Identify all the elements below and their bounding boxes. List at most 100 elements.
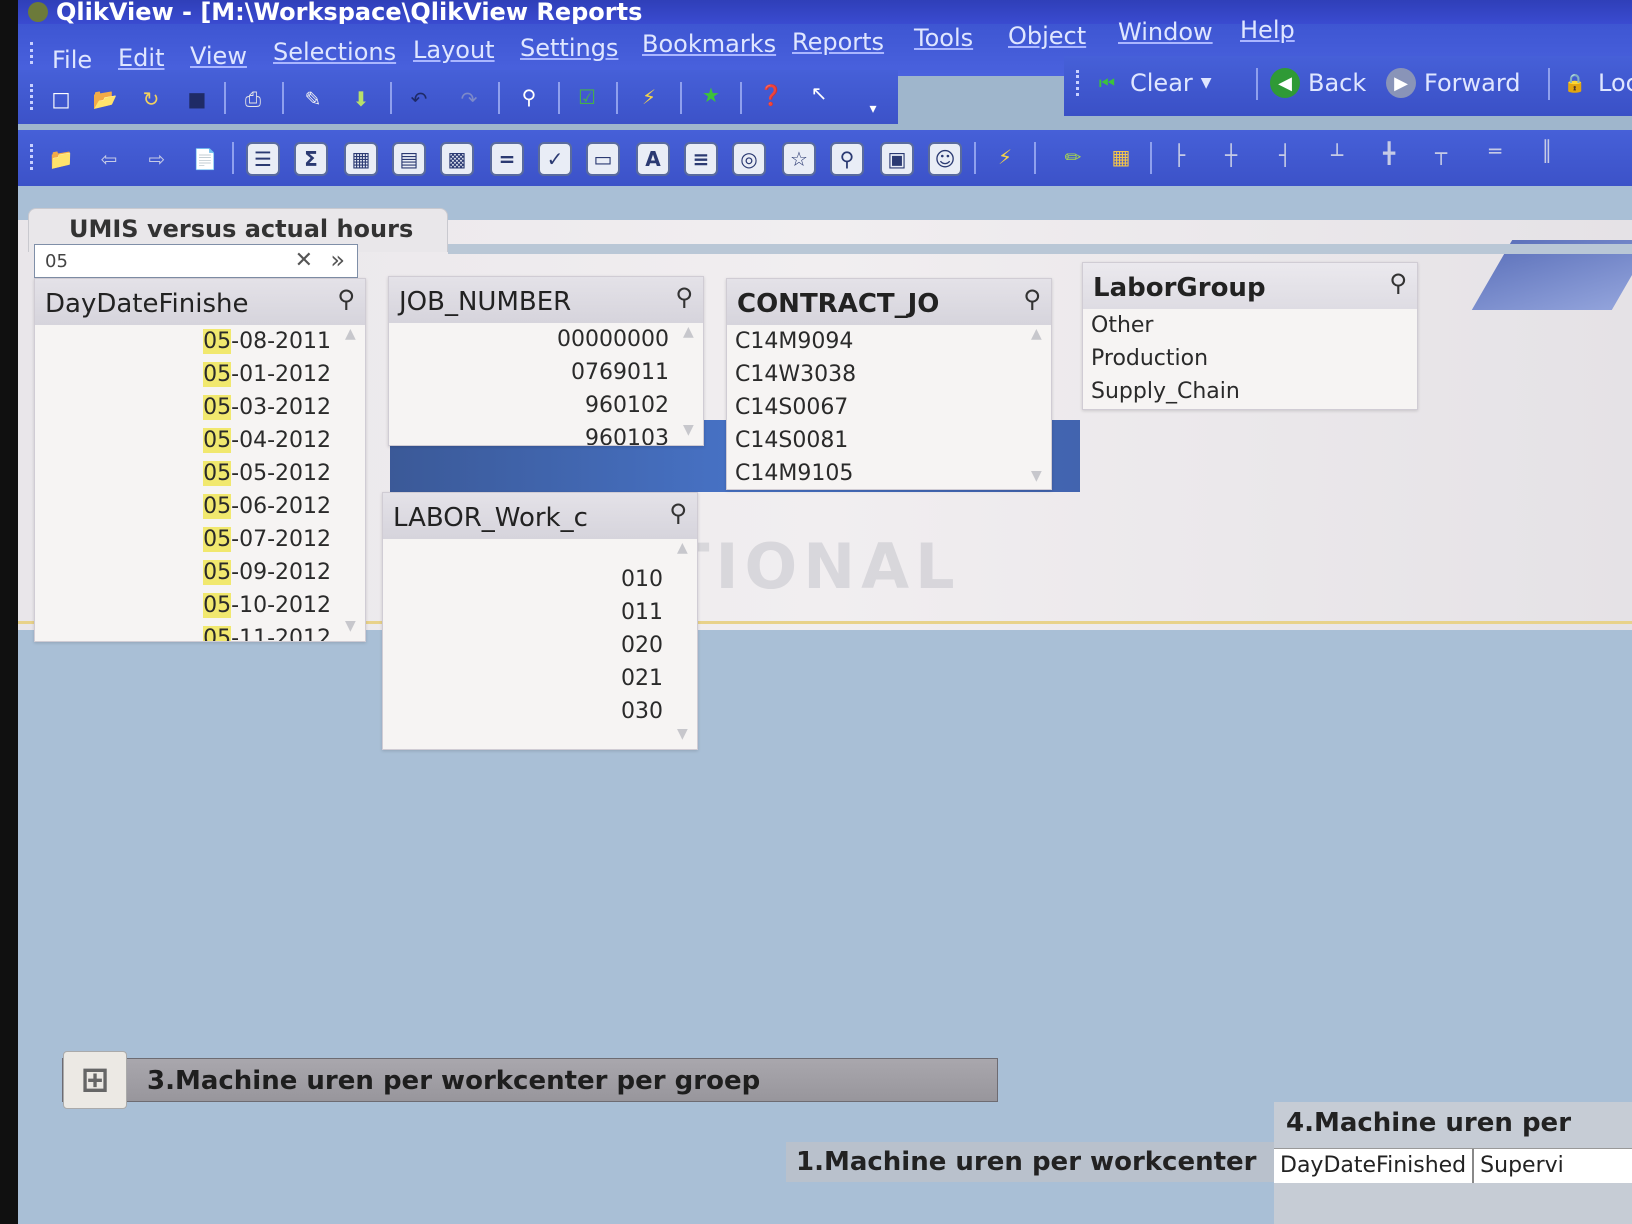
list-item[interactable]: 05-10-2012 [35,589,365,622]
menu-window[interactable]: Window [1118,18,1213,46]
list-item[interactable]: C14M9105 [727,457,1051,489]
help-icon[interactable]: ❓ [754,78,788,112]
menu-edit[interactable]: Edit [118,44,164,72]
input-box-icon[interactable]: = [490,142,524,176]
save-icon[interactable]: ■ [180,82,214,116]
undo-icon[interactable]: ↶ [402,82,436,116]
menu-help[interactable]: Help [1240,16,1295,44]
list-item[interactable]: 030 [383,695,697,728]
menu-view[interactable]: View [190,42,247,70]
clear-button[interactable]: ⏮ Clear ▼ [1092,68,1212,98]
space-vertical-icon[interactable]: ═ [1478,134,1512,168]
menu-object[interactable]: Object [1008,22,1086,50]
menu-reports[interactable]: Reports [792,28,884,56]
column-header-supervisor[interactable]: Supervi [1474,1149,1570,1183]
scroll-up-icon[interactable]: ▲ [1031,327,1045,341]
align-middle-icon[interactable]: ╋ [1372,136,1406,170]
scroll-down-icon[interactable]: ▼ [345,619,359,633]
list-item[interactable]: 05-01-2012 [35,358,365,391]
back-button[interactable]: ◀ Back [1270,68,1366,98]
list-item[interactable]: C14W3038 [727,358,1051,391]
reload-icon[interactable]: ↻ [134,82,168,116]
server-object-icon[interactable]: ☺ [928,142,962,176]
search-icon[interactable]: ⚲ [512,80,546,114]
list-item[interactable]: 020 [383,629,697,662]
menu-layout[interactable]: Layout [413,36,495,64]
sheet-properties-icon[interactable]: 📄 [188,142,222,176]
search-icon[interactable]: ⚲ [669,499,687,527]
list-item[interactable]: 05-08-2011 [35,325,365,358]
list-item[interactable]: 960102 [389,389,703,422]
promote-sheet-icon[interactable]: ⇦ [92,142,126,176]
list-item[interactable]: 05-03-2012 [35,391,365,424]
scroll-down-icon[interactable]: ▼ [677,727,691,741]
toolbar-overflow-icon[interactable]: ▾ [856,92,890,126]
align-center-icon[interactable]: ┼ [1214,138,1248,172]
add-sheet-icon[interactable]: 📁 [44,142,78,176]
menu-tools[interactable]: Tools [914,24,973,52]
search-input[interactable] [43,250,267,273]
align-bottom-icon[interactable]: ┴ [1320,138,1354,172]
table-machine-uren-per[interactable]: 4.Machine uren per DayDateFinished Super… [1274,1102,1632,1224]
minimized-chart-machine-uren-per-groep[interactable]: ⊞ 3.Machine uren per workcenter per groe… [62,1051,998,1109]
search-object-icon[interactable]: ⚲ [830,142,864,176]
multi-box-icon[interactable]: ▦ [344,142,378,176]
list-item[interactable]: 05-09-2012 [35,556,365,589]
container-icon[interactable]: ▣ [880,142,914,176]
menu-settings[interactable]: Settings [520,34,618,62]
context-help-icon[interactable]: ↖ [802,76,836,110]
bookmark-star-icon[interactable]: ★ [694,78,728,112]
scroll-up-icon[interactable]: ▲ [345,327,359,341]
search-icon[interactable]: ⚲ [675,283,693,311]
scroll-down-icon[interactable]: ▼ [683,423,697,437]
format-painter-icon[interactable]: ✏ [1056,140,1090,174]
list-item[interactable]: Other [1083,309,1417,342]
list-item[interactable]: 05-07-2012 [35,523,365,556]
search-icon[interactable]: ⚲ [337,285,355,313]
list-item[interactable]: 011 [383,596,697,629]
menu-bookmarks[interactable]: Bookmarks [642,30,776,58]
list-item[interactable]: Production [1083,342,1417,375]
chart-icon[interactable]: ▩ [440,142,474,176]
current-selections-icon[interactable]: ✓ [538,142,572,176]
forward-button[interactable]: ▶ Forward [1386,68,1521,98]
print-icon[interactable]: ⎙ [236,82,270,116]
list-item[interactable]: C14M9094 [727,325,1051,358]
list-item[interactable]: 00000000 [389,323,703,356]
advanced-search-icon[interactable]: » [330,246,345,274]
chart-wizard-icon[interactable]: ⚡ [632,80,666,114]
edit-script-icon[interactable]: ✎ [296,82,330,116]
line-arrow-icon[interactable]: ≡ [684,142,718,176]
align-left-icon[interactable]: ├ [1162,138,1196,172]
list-item[interactable]: 021 [383,662,697,695]
align-top-icon[interactable]: ┬ [1424,136,1458,170]
button-object-icon[interactable]: ▭ [586,142,620,176]
list-item[interactable]: Supply_Chain [1083,375,1417,408]
redo-icon[interactable]: ↷ [452,82,486,116]
statistics-box-icon[interactable]: Σ [294,142,328,176]
table-box-icon[interactable]: ▤ [392,142,426,176]
list-box-icon[interactable]: ☰ [246,142,280,176]
open-folder-icon[interactable]: 📂 [88,82,122,116]
scroll-up-icon[interactable]: ▲ [683,325,697,339]
search-icon[interactable]: ⚲ [1389,269,1407,297]
list-item[interactable]: 05-11-2012 [35,622,365,641]
list-item[interactable]: 960103 [389,422,703,445]
grid-icon[interactable]: ▦ [1104,140,1138,174]
list-item[interactable]: C14S0081 [727,424,1051,457]
column-header-daydatefinished[interactable]: DayDateFinished [1274,1149,1475,1183]
list-item[interactable]: 05-05-2012 [35,457,365,490]
demote-sheet-icon[interactable]: ⇨ [140,142,174,176]
search-icon[interactable]: ⚲ [1023,285,1041,313]
quick-chart-icon[interactable]: ⚡ [988,140,1022,174]
new-document-icon[interactable]: □ [44,82,78,116]
text-object-icon[interactable]: A [636,142,670,176]
scroll-up-icon[interactable]: ▲ [677,541,691,555]
list-item[interactable]: 0769011 [389,356,703,389]
align-right-icon[interactable]: ┤ [1268,138,1302,172]
chart-machine-uren-per-workcenter[interactable]: 1.Machine uren per workcenter [786,1142,1276,1182]
scroll-down-icon[interactable]: ▼ [1031,469,1045,483]
lock-button[interactable]: 🔒 Lock [1560,68,1632,98]
list-item[interactable]: 05-04-2012 [35,424,365,457]
menu-selections[interactable]: Selections [273,38,396,66]
